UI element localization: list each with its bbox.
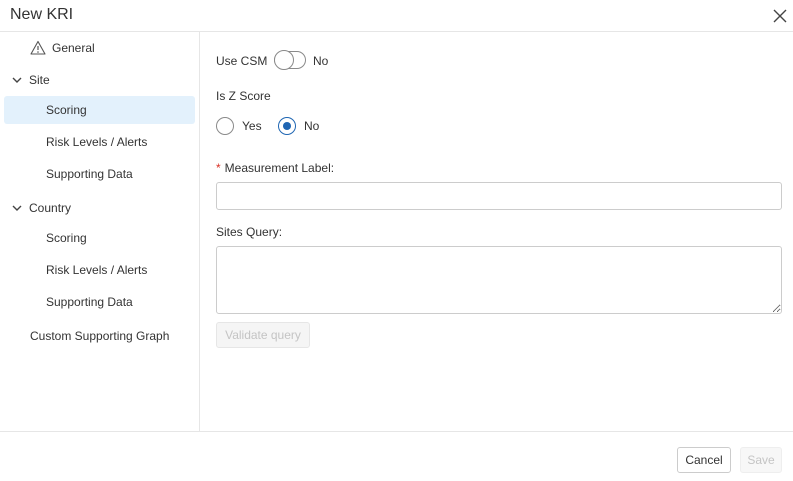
sidebar-item-country-risk-levels[interactable]: Risk Levels / Alerts [46,256,147,284]
sidebar-item-site-risk-levels[interactable]: Risk Levels / Alerts [46,128,147,156]
measurement-label-text: Measurement Label: [224,161,335,175]
sidebar-item-site-supporting-data[interactable]: Supporting Data [46,160,133,188]
sidebar-group-label: Site [29,73,50,87]
sidebar-item-label: Scoring [46,231,87,245]
chevron-down-icon [12,205,22,211]
sidebar-item-site-scoring[interactable]: Scoring [4,96,195,124]
toggle-knob [274,50,294,70]
save-button[interactable]: Save [740,447,782,473]
sidebar-item-label: Scoring [46,103,87,117]
sidebar-group-site[interactable]: Site [11,66,50,94]
sidebar-item-label: Custom Supporting Graph [30,329,170,343]
use-csm-toggle[interactable] [274,50,306,70]
sidebar-item-custom-supporting-graph[interactable]: Custom Supporting Graph [30,322,169,350]
validate-query-button[interactable]: Validate query [216,322,310,348]
use-csm-label: Use CSM [216,54,268,68]
close-button[interactable] [770,6,790,26]
sidebar-item-general[interactable]: General [30,34,95,62]
form-panel: Use CSM No Is Z Score Yes No * Measuremen… [200,32,793,431]
sidebar-item-country-supporting-data[interactable]: Supporting Data [46,288,133,316]
measurement-label-heading: * Measurement Label: [216,161,334,175]
z-score-no-radio[interactable] [278,117,296,135]
sidebar-item-label: Supporting Data [46,167,133,181]
sidebar-item-country-scoring[interactable]: Scoring [46,224,87,252]
sidebar-nav: General Site Scoring Risk Levels / Alert… [0,32,200,431]
sidebar-item-label: General [52,41,95,55]
is-z-score-label: Is Z Score [216,89,271,103]
sidebar-item-label: Supporting Data [46,295,133,309]
sidebar-group-label: Country [29,201,72,215]
z-score-no-label[interactable]: No [304,119,319,133]
dialog-footer: Cancel Save [0,431,793,481]
use-csm-state: No [313,54,329,68]
sites-query-textarea[interactable] [216,246,782,314]
warning-icon [30,40,46,55]
sites-query-label: Sites Query: [216,225,283,239]
dialog-title: New KRI [10,6,74,23]
sidebar-item-label: Risk Levels / Alerts [46,135,148,149]
cancel-button[interactable]: Cancel [677,447,731,473]
required-marker: * [216,161,221,175]
sidebar-item-label: Risk Levels / Alerts [46,263,148,277]
z-score-yes-radio[interactable] [216,117,234,135]
close-icon [773,9,787,23]
measurement-label-input[interactable] [216,182,782,210]
z-score-yes-label[interactable]: Yes [242,119,262,133]
chevron-down-icon [12,77,22,83]
sidebar-group-country[interactable]: Country [11,194,71,222]
dialog-header: New KRI [0,0,793,32]
